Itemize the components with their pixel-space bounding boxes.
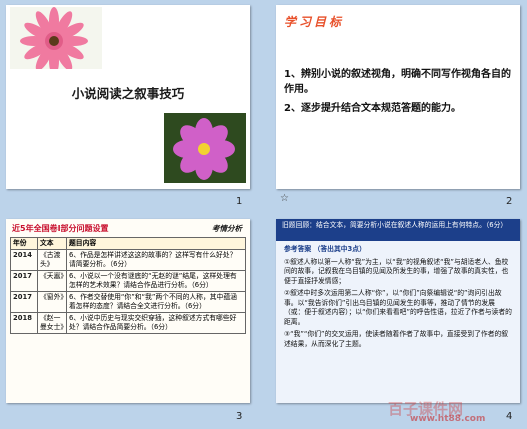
text-cell: 《窗外》 [37,291,67,313]
table-row: 2017 《窗外》 6、作者交替使用“你”和“我”两个不同的人称，其中蕴涵着怎样… [10,291,246,313]
exam-question-table: 年份 文本 题目内容 2014 《古渡头》 6、作品是怎样讲述这这的故事的？这样… [10,237,246,334]
table-row: 2017 《天嚣》 6、小说以一个没有谜底的“无赵的谜”结尾，这样处理有怎样的艺… [10,270,246,292]
watermark-url: www.ht88.com [410,414,486,424]
text-cell: 《天嚣》 [37,270,67,292]
column-header: 题目内容 [66,237,246,250]
slide-2-point-1: 1、辨别小说的叙述视角，明确不同写作视角各自的作用。 [284,69,511,95]
slide-2-thumbnail[interactable]: 学习目标 1、辨别小说的叙述视角，明确不同写作视角各自的作用。 2、逐步提升结合… [276,5,520,189]
slide-3-tag: 考情分析 [212,224,242,233]
slide-1-thumbnail[interactable]: 小说阅读之叙事技巧 [6,5,250,189]
text-cell: 《赵一曼女士》 [37,312,67,334]
answer-point-2: ②叙述中时多次运用第二人称“你”，以“你们”向祭编辑说“的”询问引出故事。以“我… [284,289,512,326]
purple-cosmos-image [164,113,246,183]
slide-3-heading: 近5年全国卷I部分问题设置 [12,224,109,233]
text-cell: 《古渡头》 [37,249,67,271]
column-header: 文本 [37,237,67,250]
question-cell: 6、小说中历史与现实交织穿插，这种叙述方式有哪些好处？请结合作品简要分析。（6分… [66,312,246,334]
slide-2-number: 2 [506,196,513,207]
slide-2-point-2: 2、逐步提升结合文本规范答题的能力。 [284,103,461,114]
year-cell: 2017 [10,291,38,313]
slide-2-heading: 学习目标 [284,15,345,29]
column-header: 年份 [10,237,38,250]
slide-4-header: 旧题回顾：结合文本，简要分析小说在叙述人称的运用上有何特点。（6分） [276,219,520,241]
answer-label: 参考答案 （答出其中3点） [284,245,366,253]
year-cell: 2017 [10,270,38,292]
question-cell: 6、小说以一个没有谜底的“无赵的谜”结尾，这样处理有怎样的艺术效果？请结合作品进… [66,270,246,292]
slide-1-title: 小说阅读之叙事技巧 [71,86,185,101]
table-row: 2014 《古渡头》 6、作品是怎样讲述这这的故事的？这样写有什么好处？请简要分… [10,249,246,271]
answer-point-3: ③“我”“你们”的交叉运用，使读者随着作者了故事中，直接受到了作者的叙述结果，从… [284,330,509,348]
table-row: 2018 《赵一曼女士》 6、小说中历史与现实交织穿插，这种叙述方式有哪些好处？… [10,312,246,334]
slide-1-number: 1 [236,196,243,207]
question-cell: 6、作品是怎样讲述这这的故事的？这样写有什么好处？请简要分析。（6分） [66,249,246,271]
slide-3-thumbnail[interactable]: 近5年全国卷I部分问题设置 考情分析 年份 文本 题目内容 2014 《古渡头》… [6,219,250,403]
year-cell: 2014 [10,249,38,271]
year-cell: 2018 [10,312,38,334]
slide-3-number: 3 [236,411,243,422]
slide-4-number: 4 [506,411,513,422]
slide-transition-icon[interactable]: ☆ [280,193,289,204]
pink-gerbera-image [10,7,102,69]
answer-point-1: ①叙述人称以第一人称“我”为主，以“我”的视角叙述“我”与胡适老人、鱼校间的故事… [284,257,509,285]
slide-4-thumbnail[interactable]: 旧题回顾：结合文本，简要分析小说在叙述人称的运用上有何特点。（6分） 参考答案 … [276,219,520,403]
slide-4-body: 参考答案 （答出其中3点） ①叙述人称以第一人称“我”为主，以“我”的视角叙述“… [284,245,514,352]
question-cell: 6、作者交替使用“你”和“我”两个不同的人称，其中蕴涵着怎样的态度？请结合全文进… [66,291,246,313]
